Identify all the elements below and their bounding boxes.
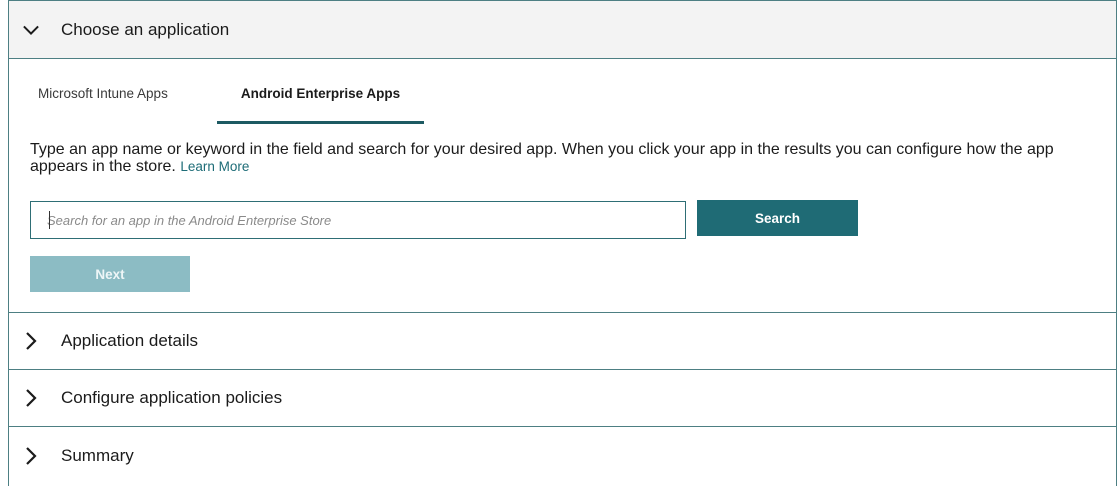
learn-more-link[interactable]: Learn More — [180, 159, 249, 174]
search-button[interactable]: Search — [697, 200, 858, 236]
app-search-input[interactable] — [30, 201, 686, 239]
section-title: Application details — [61, 331, 199, 350]
wizard: Choose an application Microsoft Intune A… — [8, 0, 1117, 486]
section-title: Summary — [61, 445, 134, 465]
next-button[interactable]: Next — [30, 256, 190, 292]
tab-android-enterprise-apps[interactable]: Android Enterprise Apps — [217, 79, 424, 124]
tab-microsoft-intune-apps[interactable]: Microsoft Intune Apps — [38, 79, 207, 121]
section-header-application-details[interactable]: Application details — [9, 313, 1116, 370]
section-title: Configure application policies — [61, 388, 283, 407]
chevron-right-icon — [23, 446, 39, 465]
text-cursor — [49, 211, 50, 229]
section-header-summary[interactable]: Summary — [9, 427, 1116, 484]
chevron-right-icon — [23, 389, 39, 407]
instructions: Type an app name or keyword in the field… — [30, 141, 1070, 175]
choose-application-panel: Microsoft Intune Apps Android Enterprise… — [9, 59, 1116, 313]
section-header-choose-application[interactable]: Choose an application — [9, 1, 1116, 59]
chevron-right-icon — [23, 332, 39, 350]
section-header-configure-policies[interactable]: Configure application policies — [9, 370, 1116, 427]
section-title: Choose an application — [61, 19, 230, 39]
app-source-tabs: Microsoft Intune Apps Android Enterprise… — [9, 79, 424, 124]
chevron-down-icon — [23, 22, 39, 38]
